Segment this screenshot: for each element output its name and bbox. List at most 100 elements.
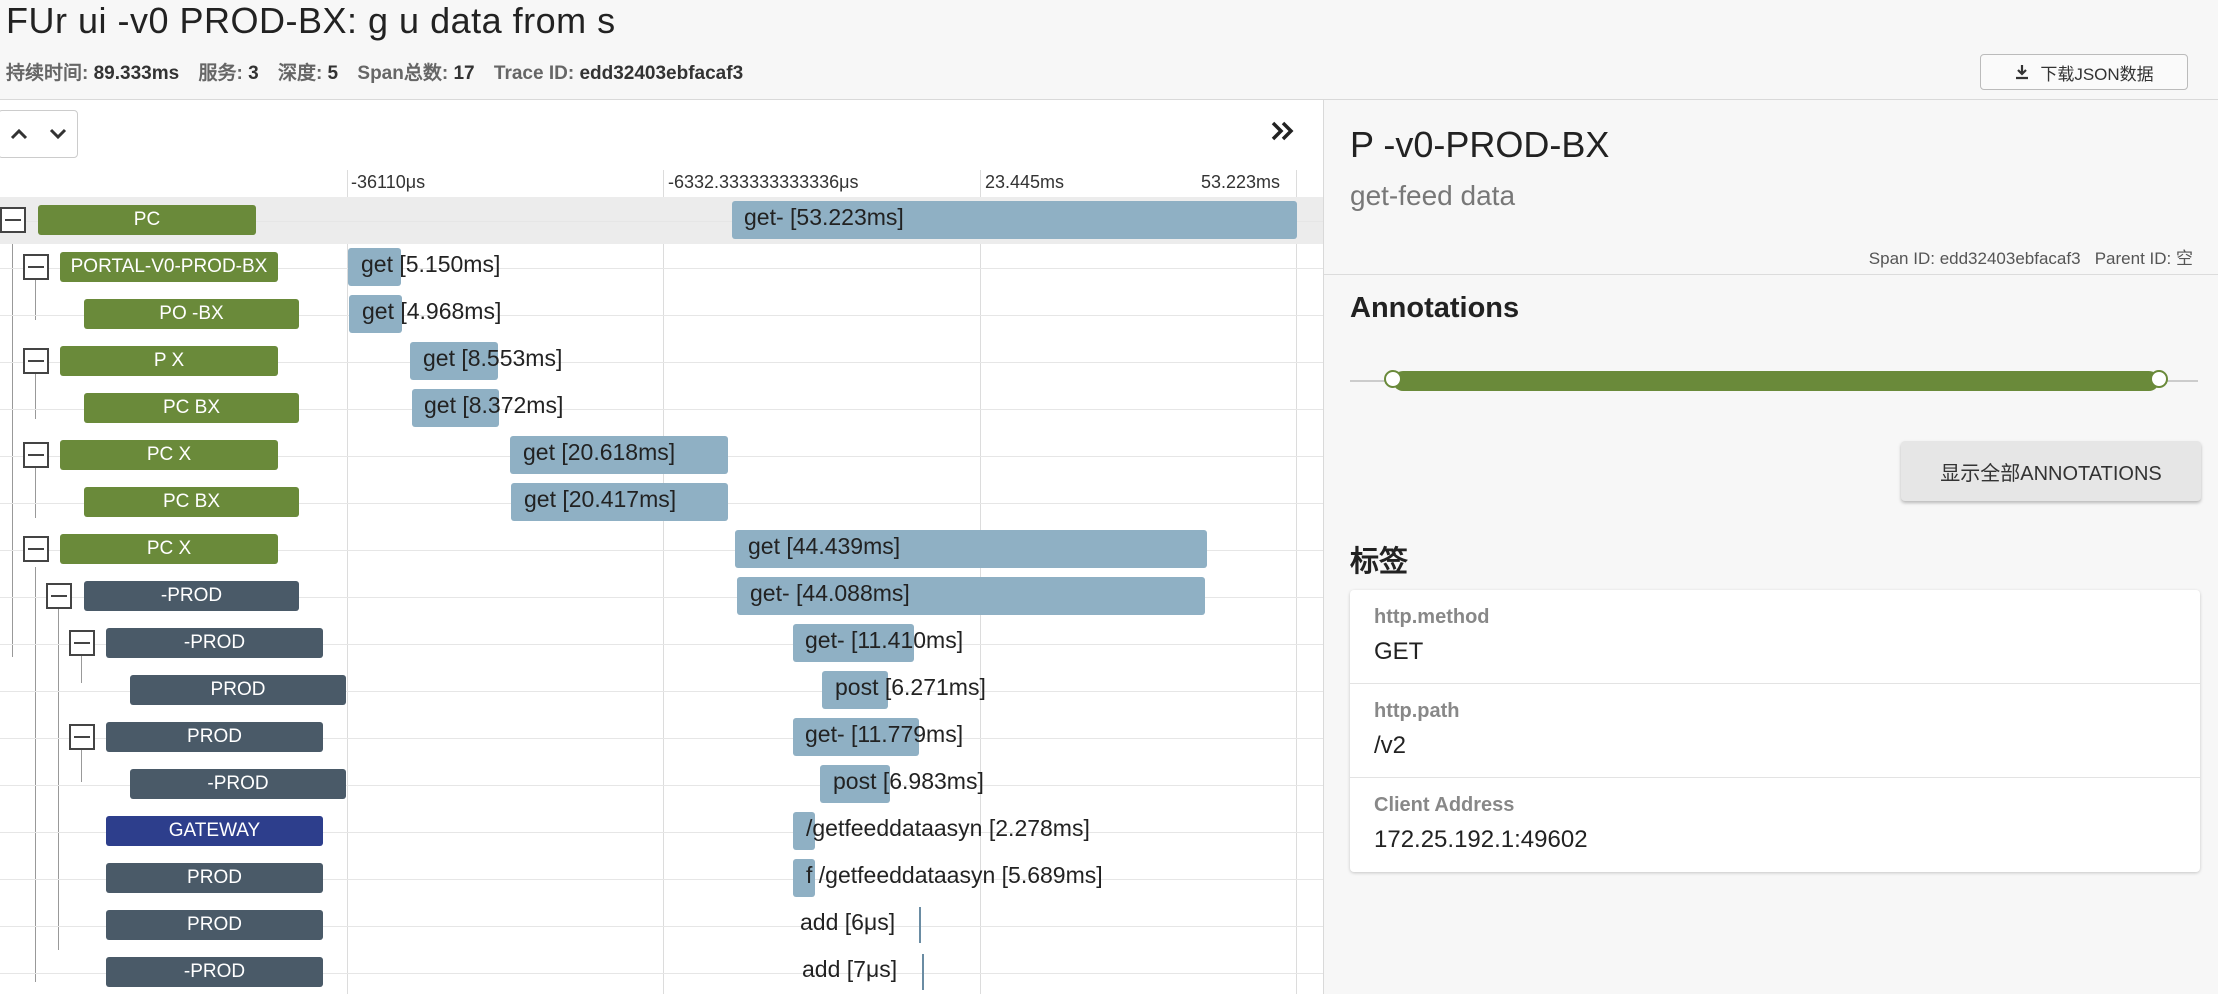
span-label: get [5.150ms] <box>361 251 501 277</box>
span-label: get- [11.779ms] <box>805 721 964 747</box>
tag-row: http.path /v2 <box>1350 684 2200 778</box>
span-row[interactable]: PC X get [20.618ms] <box>0 432 1323 479</box>
annotation-end-handle[interactable] <box>2150 370 2168 388</box>
trace-id-label: Trace ID: <box>493 63 575 84</box>
download-json-label: 下载JSON数据 <box>2040 64 2154 84</box>
collapse-toggle-icon[interactable] <box>23 254 49 280</box>
span-row[interactable]: PO -BX get [4.968ms] <box>0 291 1323 338</box>
span-label: add [7μs] <box>802 956 898 982</box>
tag-value: GET <box>1374 638 1424 665</box>
axis-tick-label: 53.223ms <box>1201 172 1281 192</box>
span-row[interactable]: PROD post [6.271ms] <box>0 667 1323 714</box>
span-label: post [6.983ms] <box>833 768 984 794</box>
trace-id-value: edd32403ebfacaf3 <box>579 63 744 84</box>
span-row[interactable]: PC BX get [20.417ms] <box>0 479 1323 526</box>
show-all-annotations-button[interactable]: 显示全部ANNOTATIONS <box>1901 441 2201 501</box>
span-label: get [8.553ms] <box>423 345 563 371</box>
span-bar[interactable] <box>922 954 924 990</box>
tags-table: http.method GET http.path /v2 Client Add… <box>1350 590 2200 872</box>
tag-value: 172.25.192.1:49602 <box>1374 826 1588 853</box>
span-row[interactable]: GATEWAY /getfeeddataasyn [2.278ms] <box>0 808 1323 855</box>
collapse-toggle-icon[interactable] <box>23 536 49 562</box>
detail-ids: Span ID: edd32403ebfacaf3 Parent ID: 空 <box>1869 244 2193 269</box>
collapse-toggle-icon[interactable] <box>0 207 26 233</box>
collapse-toggle-icon[interactable] <box>23 442 49 468</box>
tag-row: Client Address 172.25.192.1:49602 <box>1350 778 2200 872</box>
depth-value: 5 <box>327 63 339 84</box>
service-badge: PC <box>38 205 256 235</box>
service-badge: PROD <box>106 722 323 752</box>
chevron-down-icon[interactable] <box>38 111 77 157</box>
tag-key: http.method <box>1374 606 1490 628</box>
services-label: 服务: <box>198 63 243 84</box>
detail-span-name: get-feed data <box>1350 180 1516 211</box>
span-id-value: edd32403ebfacaf3 <box>1939 249 2081 268</box>
service-badge: -PROD <box>84 581 299 611</box>
download-icon <box>2016 65 2029 80</box>
span-label: get [44.439ms] <box>748 533 901 559</box>
duration-value: 89.333ms <box>93 63 180 84</box>
service-badge: PROD <box>106 910 323 940</box>
service-badge: -PROD <box>130 769 346 799</box>
span-row[interactable]: PROD add [6μs] <box>0 902 1323 949</box>
span-row[interactable]: PROD f /getfeeddataasyn [5.689ms] <box>0 855 1323 902</box>
span-row[interactable]: -PROD add [7μs] <box>0 949 1323 996</box>
span-label: get- [11.410ms] <box>805 627 964 653</box>
span-label: get [4.968ms] <box>362 298 502 324</box>
span-row[interactable]: PC BX get [8.372ms] <box>0 385 1323 432</box>
depth-label: 深度: <box>277 63 323 84</box>
service-badge: PROD <box>130 675 346 705</box>
service-badge: PC BX <box>84 487 299 517</box>
chevron-up-icon[interactable] <box>0 111 38 157</box>
span-row[interactable]: -PROD get- [44.088ms] <box>0 573 1323 620</box>
service-badge: GATEWAY <box>106 816 323 846</box>
span-bar[interactable] <box>919 907 921 943</box>
download-json-button[interactable]: 下载JSON数据 <box>1980 54 2188 90</box>
expand-panel-icon[interactable] <box>1268 116 1298 146</box>
span-label: get [20.618ms] <box>523 439 676 465</box>
tags-title: 标签 <box>1350 546 1409 578</box>
parent-id-value: 空 <box>2176 249 2193 268</box>
tag-key: http.path <box>1374 700 1460 722</box>
span-id-label: Span ID: <box>1868 249 1935 268</box>
span-label: add [6μs] <box>800 909 896 935</box>
tag-row: http.method GET <box>1350 590 2200 684</box>
service-badge: PORTAL-V0-PROD-BX <box>60 252 278 282</box>
trace-timeline-panel: -36110μs -6332.333333333336μs 23.445ms 5… <box>0 100 1323 994</box>
axis-tick-label: -6332.333333333336μs <box>668 172 859 192</box>
services-value: 3 <box>248 63 259 84</box>
span-row[interactable]: PC X get [44.439ms] <box>0 526 1323 573</box>
axis-tick-label: -36110μs <box>351 172 426 192</box>
service-badge: -PROD <box>106 628 323 658</box>
duration-label: 持续时间: <box>6 63 89 84</box>
collapse-toggle-icon[interactable] <box>23 348 49 374</box>
collapse-toggle-icon[interactable] <box>69 724 95 750</box>
span-label: post [6.271ms] <box>835 674 986 700</box>
annotation-range-bar[interactable] <box>1393 371 2159 391</box>
span-label: f /getfeeddataasyn [5.689ms] <box>806 862 1103 888</box>
service-badge: PROD <box>106 863 323 893</box>
span-detail-panel: P -v0-PROD-BX get-feed data Span ID: edd… <box>1323 100 2218 994</box>
span-row[interactable]: P X get [8.553ms] <box>0 338 1323 385</box>
tag-value: /v2 <box>1374 732 1407 759</box>
span-row[interactable]: PORTAL-V0-PROD-BX get [5.150ms] <box>0 244 1323 291</box>
trace-stats: 持续时间: 89.333ms 服务: 3 深度: 5 Span总数: 17 Tr… <box>6 58 757 85</box>
span-label: get [8.372ms] <box>424 392 564 418</box>
collapse-toggle-icon[interactable] <box>46 583 72 609</box>
divider <box>1324 274 2218 275</box>
collapse-toggle-icon[interactable] <box>69 630 95 656</box>
axis-tick-label: 23.445ms <box>985 172 1065 192</box>
annotations-title: Annotations <box>1350 292 1520 324</box>
span-count-label: Span总数: <box>357 63 449 84</box>
service-badge: PC BX <box>84 393 299 423</box>
detail-service-name: P -v0-PROD-BX <box>1350 124 1610 165</box>
span-row[interactable]: -PROD post [6.983ms] <box>0 761 1323 808</box>
annotation-start-handle[interactable] <box>1384 370 1402 388</box>
span-row[interactable]: PC get- [53.223ms] <box>0 197 1323 244</box>
tag-key: Client Address <box>1374 794 1515 816</box>
collapse-nav-group <box>0 110 78 158</box>
span-row[interactable]: PROD get- [11.779ms] <box>0 714 1323 761</box>
span-row[interactable]: -PROD get- [11.410ms] <box>0 620 1323 667</box>
span-label: /getfeeddataasyn [2.278ms] <box>806 815 1090 841</box>
service-badge: -PROD <box>106 957 323 987</box>
